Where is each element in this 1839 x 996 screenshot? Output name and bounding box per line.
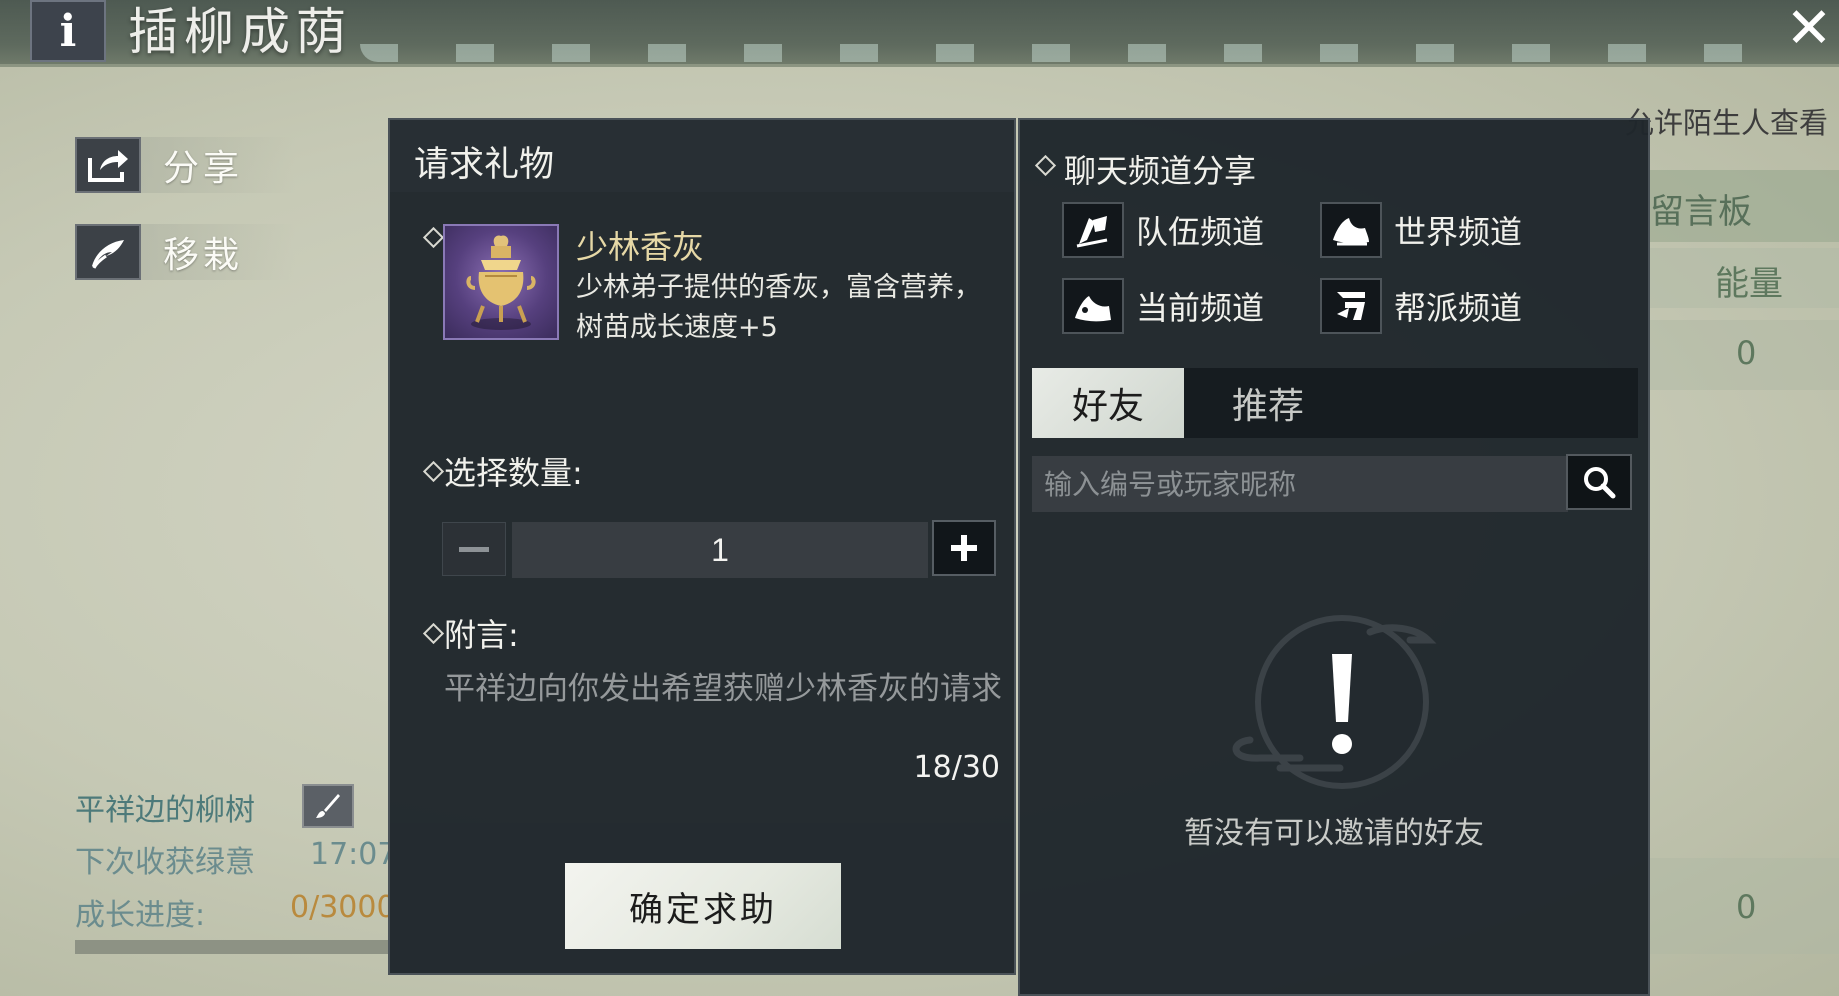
message-board-label: 留言板	[1650, 192, 1752, 232]
note-label: 附言:	[444, 616, 519, 654]
harvest-time: 17:07	[310, 837, 397, 872]
energy-value: 0	[1736, 334, 1757, 372]
close-button[interactable]: ✕	[1779, 0, 1839, 61]
energy-cell: 0	[1650, 320, 1839, 390]
request-gift-panel: 请求礼物 少林香灰 少林弟子提供的香灰，富含营养，树苗成长速度+5 选择数量: …	[388, 118, 1016, 975]
search-icon	[1584, 467, 1616, 499]
player-search-input[interactable]	[1032, 456, 1568, 512]
transplant-icon	[75, 224, 141, 280]
energy-cell: 0	[1650, 858, 1839, 954]
share-icon	[75, 137, 141, 193]
channel-label: 当前频道	[1136, 289, 1265, 327]
note-char-count: 18/30	[913, 750, 1000, 785]
confirm-request-button[interactable]: 确定求助	[565, 863, 841, 949]
diamond-bullet-icon	[422, 460, 445, 483]
energy-value: 0	[1736, 888, 1757, 926]
growth-progress-bar	[75, 940, 395, 954]
plus-icon	[951, 535, 977, 561]
harvest-label: 下次收获绿意	[75, 845, 255, 880]
page-title: 插柳成荫	[128, 3, 352, 61]
quantity-label: 选择数量:	[444, 454, 583, 492]
panel-title: 请求礼物	[414, 145, 555, 185]
transplant-button[interactable]: 移栽	[75, 224, 295, 280]
quantity-input[interactable]	[512, 522, 928, 578]
transplant-label: 移栽	[163, 235, 244, 276]
energy-header-label: 能量	[1715, 264, 1783, 304]
diamond-bullet-icon	[1034, 154, 1057, 177]
edit-name-button[interactable]	[302, 784, 354, 828]
energy-column-header: 能量	[1650, 248, 1839, 308]
guild-channel-button[interactable]: 帮派频道	[1320, 278, 1522, 334]
gift-name: 少林香灰	[576, 228, 705, 266]
current-channel-icon	[1062, 278, 1124, 334]
privacy-toggle-label[interactable]: 允许陌生人查看	[1625, 100, 1828, 142]
empty-friends-message: 暂没有可以邀请的好友	[1184, 816, 1484, 851]
gift-item-icon[interactable]	[443, 224, 559, 340]
share-panel: 聊天频道分享 队伍频道 世界频道 当前频道 帮派频道 好友 推荐 输入编号或玩家…	[1018, 118, 1650, 996]
decrease-quantity-button[interactable]	[442, 522, 506, 576]
channel-label: 队伍频道	[1136, 213, 1265, 251]
note-textarea[interactable]: 平祥边向你发出希望获赠少林香灰的请求	[444, 666, 1004, 712]
world-channel-icon	[1320, 202, 1382, 258]
increase-quantity-button[interactable]	[932, 520, 996, 576]
tab-recommend[interactable]: 推荐	[1192, 368, 1344, 438]
minus-icon	[459, 546, 489, 552]
panel-header: 请求礼物	[390, 120, 1014, 192]
info-icon[interactable]: i	[30, 0, 106, 62]
share-panel-title: 聊天频道分享	[1064, 152, 1257, 190]
team-channel-icon	[1062, 202, 1124, 258]
share-button[interactable]: 分享	[75, 137, 295, 193]
growth-value: 0/3000	[290, 890, 396, 925]
current-channel-button[interactable]: 当前频道	[1062, 278, 1264, 334]
world-channel-button[interactable]: 世界频道	[1320, 202, 1522, 258]
guild-channel-icon	[1320, 278, 1382, 334]
diamond-bullet-icon	[422, 226, 445, 249]
message-board-tab[interactable]: 留言板	[1650, 170, 1839, 242]
channel-label: 世界频道	[1394, 213, 1523, 251]
tab-friends[interactable]: 好友	[1032, 368, 1184, 438]
brush-icon	[316, 794, 340, 818]
search-button[interactable]	[1566, 454, 1632, 510]
team-channel-button[interactable]: 队伍频道	[1062, 202, 1264, 258]
diamond-bullet-icon	[422, 622, 445, 645]
growth-label: 成长进度:	[75, 898, 206, 933]
exclamation-icon	[1232, 615, 1437, 789]
tree-name: 平祥边的柳树	[75, 793, 255, 828]
share-label: 分享	[163, 148, 244, 189]
channel-label: 帮派频道	[1394, 289, 1523, 327]
incense-burner-icon	[466, 235, 536, 330]
friend-tab-bar: 好友 推荐	[1032, 368, 1638, 438]
gift-description: 少林弟子提供的香灰，富含营养，树苗成长速度+5	[576, 272, 981, 343]
